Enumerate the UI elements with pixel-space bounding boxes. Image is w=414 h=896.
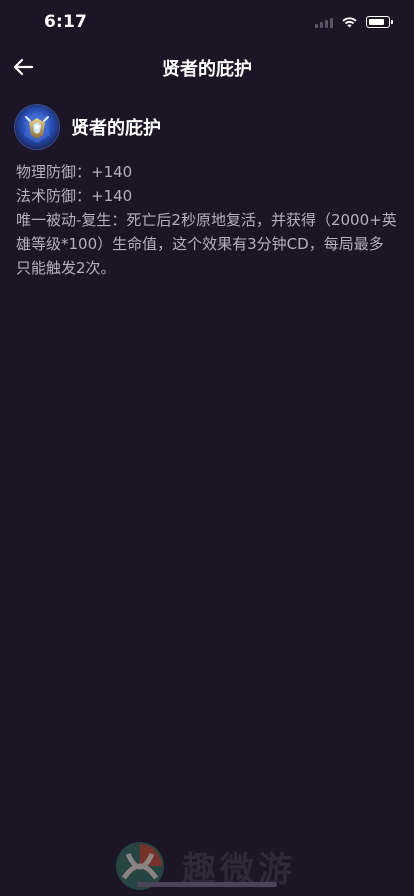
passive-description: 唯一被动-复生：死亡后2秒原地复活，并获得（2000+英雄等级*100）生命值，… <box>16 211 397 277</box>
watermark: 趣微游 <box>114 836 296 896</box>
item-icon <box>15 104 59 149</box>
nav-bar: 贤者的庇护 <box>0 44 414 90</box>
status-icons <box>315 14 393 30</box>
item-header: 贤者的庇护 <box>15 104 161 149</box>
status-bar: 6:17 <box>0 0 414 44</box>
item-name: 贤者的庇护 <box>71 117 161 139</box>
wifi-icon <box>341 16 358 28</box>
page-title: 贤者的庇护 <box>162 59 252 80</box>
cellular-signal-icon <box>315 17 333 28</box>
status-time: 6:17 <box>44 12 88 32</box>
battery-fill <box>368 18 384 25</box>
stat-physical-defense: 物理防御：+140 <box>16 163 133 181</box>
home-indicator[interactable] <box>137 882 277 887</box>
item-description: 物理防御：+140 法术防御：+140 唯一被动-复生：死亡后2秒原地复活，并获… <box>16 160 398 280</box>
battery-icon <box>366 16 393 28</box>
stat-magic-defense: 法术防御：+140 <box>16 187 133 205</box>
